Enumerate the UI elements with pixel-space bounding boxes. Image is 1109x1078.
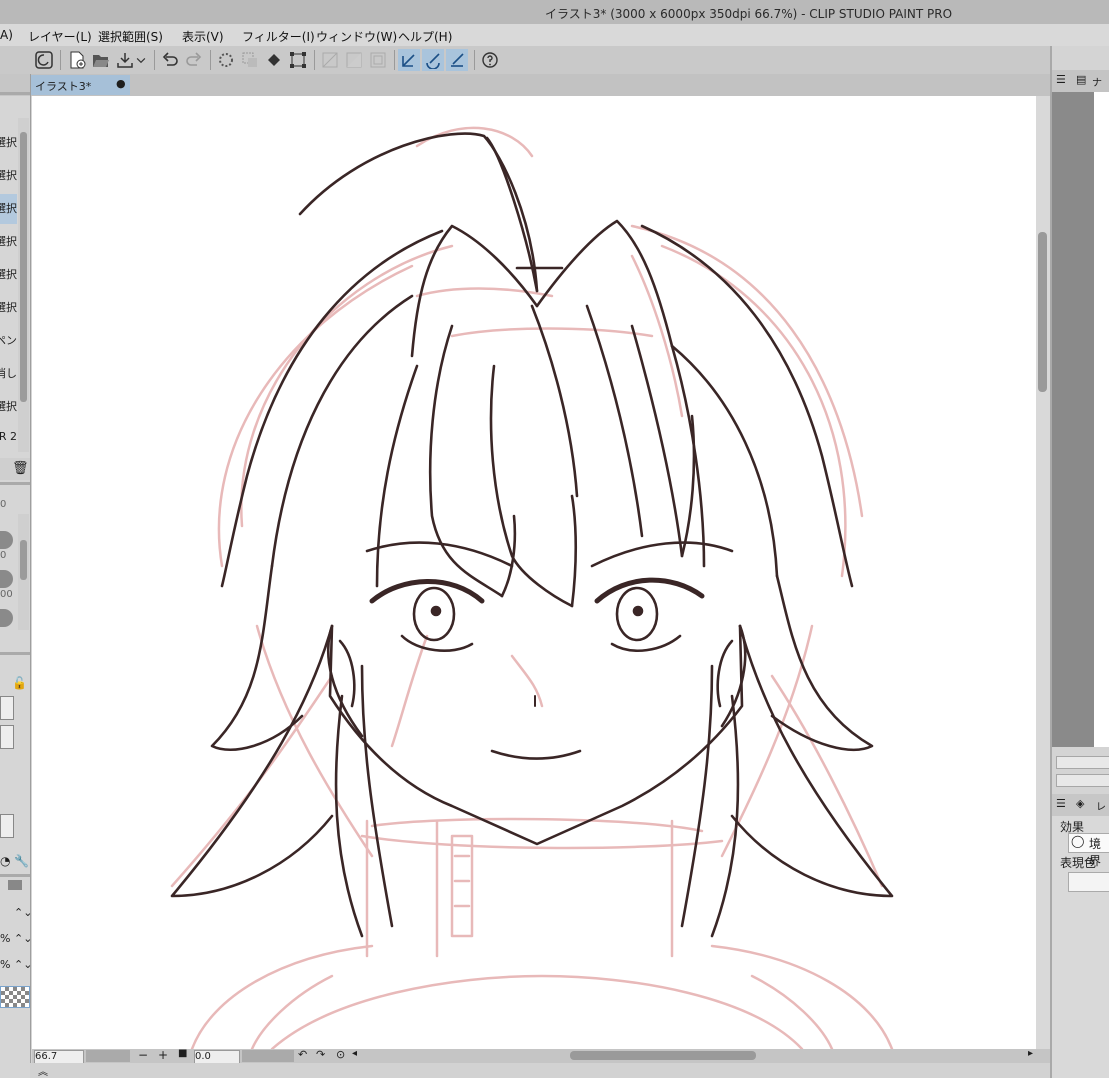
menu-item-filter[interactable]: フィルター(I) — [242, 28, 315, 45]
settings-icon[interactable]: ◔ 🔧 — [0, 854, 29, 868]
spinner-icon[interactable]: ⌃⌄ — [14, 958, 32, 971]
dropdown-select[interactable] — [0, 725, 14, 749]
zoom-out-icon[interactable]: − — [138, 1048, 148, 1062]
sub-tool-item[interactable]: R 2 — [0, 427, 17, 447]
percent-label: % — [0, 958, 11, 971]
rotate-left-icon[interactable]: ↶ — [298, 1048, 307, 1061]
sub-tool-footer: 🗑 — [0, 458, 30, 480]
trash-icon[interactable]: 🗑 — [12, 461, 29, 476]
lock-icon[interactable]: 🔓 — [12, 676, 27, 690]
navigator-zoom-slider[interactable] — [1056, 756, 1109, 769]
navigator-rotate-slider[interactable] — [1056, 774, 1109, 787]
boundary-effect-button[interactable]: ◯ 境界 — [1068, 833, 1109, 868]
fit-icon[interactable]: ■ — [178, 1048, 187, 1059]
panel-menu-icon[interactable]: ☰ — [1056, 73, 1066, 86]
menu-item-cut[interactable]: A) — [0, 28, 13, 42]
scroll-right-icon[interactable]: ▸ — [1028, 1048, 1033, 1059]
redo-icon[interactable] — [183, 49, 205, 71]
document-tab-bar — [30, 74, 1050, 96]
display-color-label: 表現色 — [1060, 856, 1097, 870]
sub-tool-item[interactable]: 選択 — [0, 392, 17, 422]
menu-item-help[interactable]: ヘルプ(H) — [398, 28, 452, 45]
display-color-select[interactable] — [1068, 872, 1109, 892]
left-tool-panel: 選択 選択 選択 選択 選択 選択 ペン 消し 選択 R 2 🗑 0 0 00 … — [0, 74, 32, 1078]
sub-tool-item[interactable]: ペン — [0, 326, 17, 356]
stabilize-pen-icon[interactable] — [398, 49, 420, 71]
rotation-slider[interactable] — [242, 1050, 294, 1062]
zoom-slider[interactable] — [86, 1050, 130, 1062]
slider-value: 0 — [0, 550, 7, 561]
loading-icon[interactable] — [215, 49, 237, 71]
title-bar: イラスト3* (3000 x 6000px 350dpi 66.7%) - CL… — [0, 0, 1109, 24]
menu-item-selection[interactable]: 選択範囲(S) — [98, 28, 163, 45]
layer-property-panel: 効果 ◯ 境界 表現色 — [1052, 816, 1109, 1078]
menu-bar: A) レイヤー(L) 選択範囲(S) 表示(V) フィルター(I) ウィンドウ(… — [0, 24, 1109, 46]
navigator-icon: ▤ — [1076, 73, 1087, 86]
reset-rotation-icon[interactable]: ⊙ — [336, 1048, 345, 1061]
close-icon[interactable]: ● — [116, 77, 126, 90]
percent-label: % — [0, 932, 11, 945]
rotation-input[interactable]: 0.0 — [194, 1050, 240, 1064]
clear-selection-icon[interactable] — [239, 49, 261, 71]
clip-studio-icon[interactable] — [33, 49, 55, 71]
navigator-canvas-preview — [1094, 92, 1109, 747]
snap-ruler-icon[interactable] — [343, 49, 365, 71]
line-art-drawing — [170, 126, 894, 1049]
zoom-in-icon[interactable]: + — [158, 1048, 168, 1062]
transform-icon[interactable] — [287, 49, 309, 71]
layer-property-icon: ◈ — [1076, 797, 1085, 810]
navigator-tab-bar: ☰ ▤ ナビ — [1052, 70, 1109, 104]
document-tab[interactable]: イラスト3* ● — [30, 75, 130, 95]
drawing-canvas[interactable] — [32, 96, 1036, 1049]
scroll-left-icon[interactable]: ◂ — [352, 1048, 357, 1059]
layer-property-tab-bar: ☰ ◈ レイ — [1052, 794, 1109, 828]
snap-off-icon[interactable] — [319, 49, 341, 71]
sub-tool-item[interactable]: 選択 — [0, 161, 17, 191]
save-icon[interactable] — [114, 49, 136, 71]
panel-menu-icon[interactable]: ☰ — [1056, 797, 1066, 810]
sub-tool-item[interactable]: 選択 — [0, 293, 17, 323]
stabilize-brush-icon[interactable] — [422, 49, 444, 71]
transparency-swatch[interactable] — [0, 986, 30, 1008]
chevron-up-icon[interactable]: ︽ — [38, 1063, 48, 1078]
brush-size-dot — [0, 531, 13, 549]
horizontal-scroll-thumb[interactable] — [570, 1051, 756, 1060]
dropdown-select[interactable] — [0, 696, 14, 720]
fill-icon[interactable] — [263, 49, 285, 71]
command-bar — [0, 46, 1050, 75]
sub-tool-item[interactable]: 選択 — [0, 128, 17, 158]
window-title: イラスト3* (3000 x 6000px 350dpi 66.7%) - CL… — [545, 7, 953, 21]
help-icon[interactable] — [479, 49, 501, 71]
circle-icon: ◯ — [1071, 834, 1085, 848]
document-tab-label: イラスト3* — [35, 80, 92, 93]
bottom-strip: ︽ — [30, 1063, 1050, 1078]
slider-value: 00 — [0, 589, 13, 600]
dropdown-arrow-icon[interactable] — [134, 49, 148, 71]
sub-tool-item[interactable]: 選択 — [0, 260, 17, 290]
slider-value: 0 — [0, 499, 7, 510]
open-file-icon[interactable] — [90, 49, 112, 71]
dropdown-select[interactable] — [0, 814, 14, 838]
brush-size-dot — [0, 609, 13, 627]
brush-size-dot — [0, 570, 13, 588]
rotate-right-icon[interactable]: ↷ — [316, 1048, 325, 1061]
snap-grid-icon[interactable] — [367, 49, 389, 71]
undo-icon[interactable] — [159, 49, 181, 71]
spinner-icon[interactable]: ⌃⌄ — [14, 932, 32, 945]
canvas-status-bar: 66.7 − + ■ 0.0 ↶ ↷ ⊙ ◂ ▸ — [32, 1048, 1050, 1064]
vertical-scroll-thumb[interactable] — [1038, 232, 1047, 392]
sub-tool-item[interactable]: 選択 — [0, 227, 17, 257]
panel-menu-icon[interactable] — [8, 880, 22, 890]
stabilize-ruler-icon[interactable] — [446, 49, 468, 71]
sub-tool-item-selected[interactable]: 選択 — [0, 194, 17, 224]
new-canvas-icon[interactable] — [66, 49, 88, 71]
spinner-icon[interactable]: ⌃⌄ — [14, 906, 32, 919]
sub-tool-item[interactable]: 消し — [0, 359, 17, 389]
menu-item-window[interactable]: ウィンドウ(W) — [316, 28, 397, 45]
menu-item-layer[interactable]: レイヤー(L) — [28, 28, 92, 45]
menu-item-view[interactable]: 表示(V) — [182, 28, 224, 45]
zoom-input[interactable]: 66.7 — [34, 1050, 84, 1064]
